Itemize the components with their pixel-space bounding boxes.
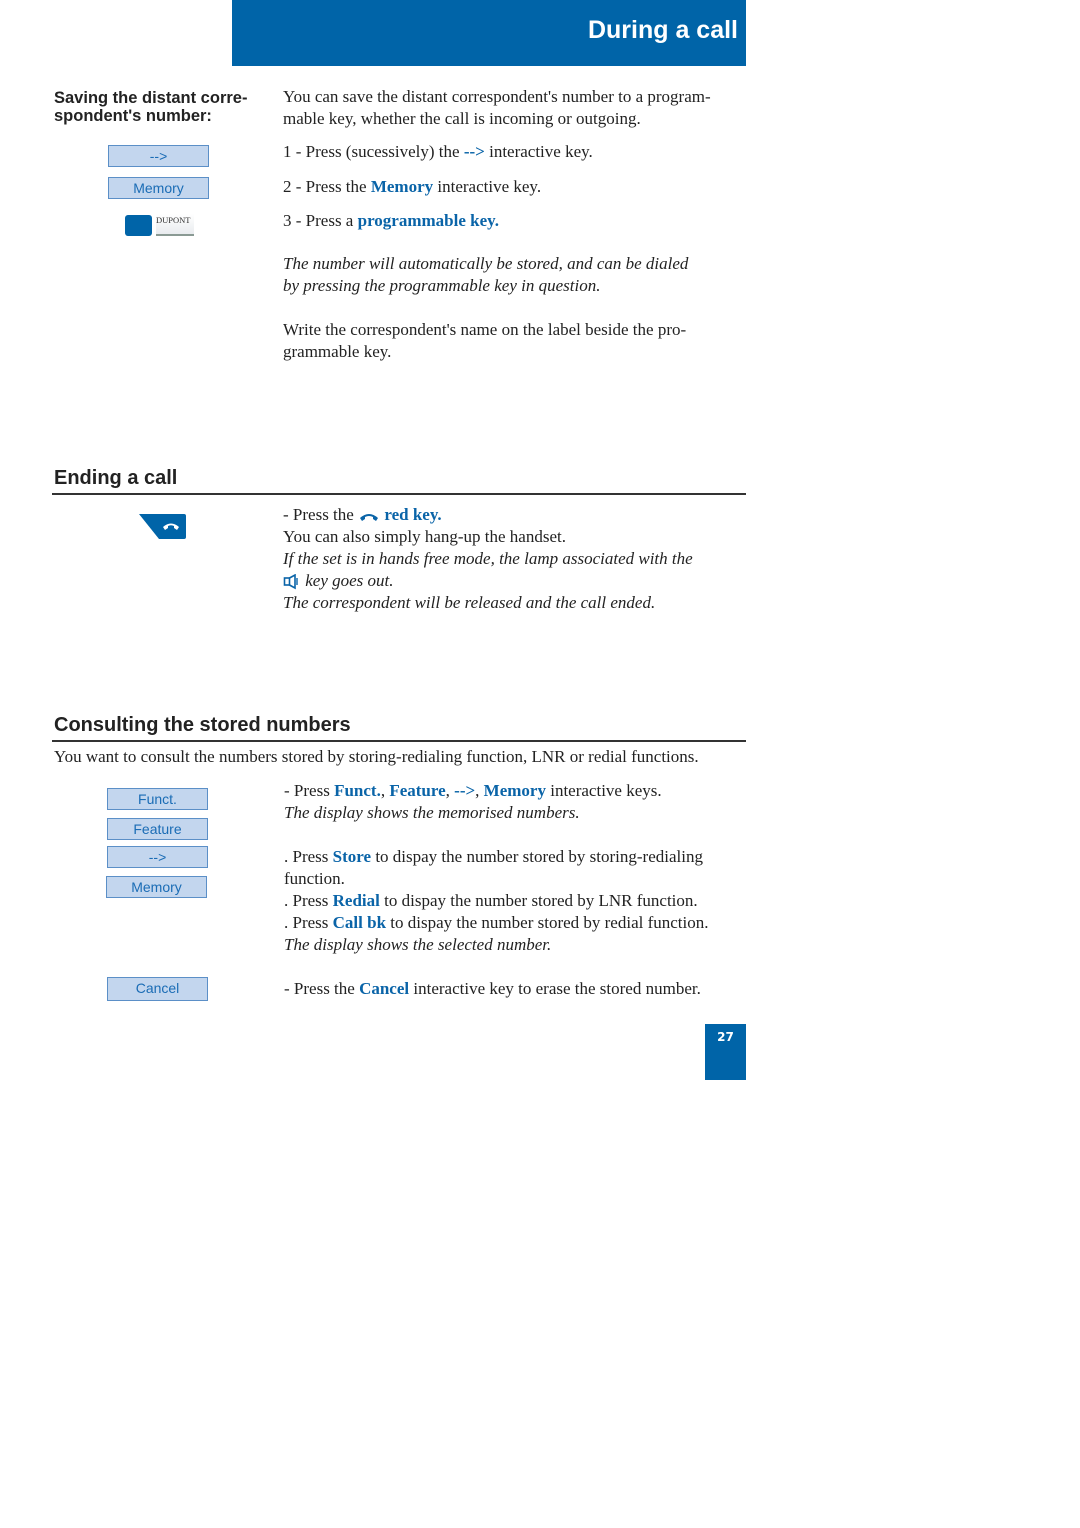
keyword: Store <box>332 847 372 866</box>
keyword: Call bk <box>332 913 387 932</box>
page-number-tab: 27 <box>705 1024 746 1080</box>
text: to dispay the number stored by redial fu… <box>386 913 709 932</box>
programmable-key-icon[interactable] <box>125 215 152 236</box>
page-number: 27 <box>717 1030 734 1044</box>
step-text: interactive key. <box>484 142 593 161</box>
consulting-heading: Consulting the stored numbers <box>54 714 351 736</box>
step-keyword: programmable key. <box>357 211 499 230</box>
saving-step-3: 3 - Press a programmable key. <box>283 210 499 232</box>
text-line: mable key, whether the call is incoming … <box>283 109 641 128</box>
ending-line-4: key goes out. <box>283 570 753 592</box>
text-line: Write the correspondent's name on the la… <box>283 320 687 339</box>
hang-up-icon <box>360 514 379 522</box>
text: . Press <box>284 847 333 866</box>
step-keyword: --> <box>463 142 485 161</box>
ending-line-2: You can also simply hang-up the handset. <box>283 527 566 546</box>
text: , <box>445 781 455 800</box>
consulting-cancel-line: - Press the Cancel interactive key to er… <box>284 978 754 1000</box>
ending-text: - Press the red key. You can also simply… <box>283 504 753 614</box>
keyword: Feature <box>389 781 446 800</box>
section-divider <box>52 493 746 495</box>
text: . Press <box>284 913 333 932</box>
section-divider <box>52 740 746 742</box>
saving-note: The number will automatically be stored,… <box>283 253 688 297</box>
consulting-store-line: . Press Store to dispay the number store… <box>284 846 754 868</box>
keyword: Funct. <box>334 781 381 800</box>
text: - Press <box>284 781 335 800</box>
chapter-header-band: During a call <box>232 0 746 66</box>
text: to dispay the number stored by storing-r… <box>371 847 703 866</box>
consulting-display-selected: The display shows the selected number. <box>284 935 552 954</box>
text: interactive keys. <box>545 781 662 800</box>
saving-side-heading: Saving the distant corre- spondent's num… <box>54 89 269 125</box>
keyword: --> <box>454 781 476 800</box>
softkey-cancel[interactable]: Cancel <box>107 977 208 1001</box>
step-text: 1 - Press (sucessively) the <box>283 142 464 161</box>
step-text: 2 - Press the <box>283 177 371 196</box>
text: . Press <box>284 891 333 910</box>
text-line: by pressing the programmable key in ques… <box>283 276 601 295</box>
ending-line-1: - Press the red key. <box>283 504 753 526</box>
hang-up-red-key-icon[interactable] <box>137 513 187 540</box>
ending-line-3: If the set is in hands free mode, the la… <box>283 549 693 568</box>
keyword: red key. <box>384 505 442 524</box>
keyword: Memory <box>483 781 546 800</box>
softkey-memory[interactable]: Memory <box>108 177 209 199</box>
consulting-redial-line: . Press Redial to dispay the number stor… <box>284 890 754 912</box>
softkey-arrow[interactable]: --> <box>108 145 209 167</box>
chapter-title: During a call <box>587 16 738 44</box>
text: - Press the <box>284 979 360 998</box>
saving-step-2: 2 - Press the Memory interactive key. <box>283 176 541 198</box>
step-keyword: Memory <box>370 177 434 196</box>
consulting-display-memorised: The display shows the memorised numbers. <box>284 803 580 822</box>
text-line: You can save the distant correspondent's… <box>283 87 711 106</box>
saving-write-note: Write the correspondent's name on the la… <box>283 319 686 363</box>
text: key goes out. <box>301 571 394 590</box>
text: to dispay the number stored by LNR funct… <box>379 891 698 910</box>
keyword: Redial <box>332 891 380 910</box>
consulting-callbk-line: . Press Call bk to dispay the number sto… <box>284 912 754 934</box>
text: - Press the <box>283 505 359 524</box>
side-heading-line: Saving the distant corre- <box>54 89 248 107</box>
consulting-press-line: - Press Funct., Feature, -->, Memory int… <box>284 780 754 802</box>
consulting-intro: You want to consult the numbers stored b… <box>54 747 699 766</box>
softkey-funct[interactable]: Funct. <box>107 788 208 810</box>
text: interactive key to erase the stored numb… <box>409 979 701 998</box>
softkey-arrow[interactable]: --> <box>107 846 208 868</box>
consulting-steps: - Press Funct., Feature, -->, Memory int… <box>284 780 754 1000</box>
side-heading-line: spondent's number: <box>54 107 212 125</box>
saving-step-1: 1 - Press (sucessively) the --> interact… <box>283 141 593 163</box>
softkey-memory[interactable]: Memory <box>106 876 207 898</box>
text-line: grammable key. <box>283 342 392 361</box>
step-text: interactive key. <box>433 177 542 196</box>
loudspeaker-icon <box>283 574 298 590</box>
text-line: The number will automatically be stored,… <box>283 254 689 273</box>
softkey-feature[interactable]: Feature <box>107 818 208 840</box>
text: , <box>475 781 484 800</box>
keyword: Cancel <box>359 979 410 998</box>
step-text: 3 - Press a <box>283 211 358 230</box>
saving-intro: You can save the distant correspondent's… <box>283 86 753 130</box>
consulting-store-line-2: function. <box>284 869 345 888</box>
programmable-key-label: DUPONT <box>156 214 194 236</box>
ending-line-5: The correspondent will be released and t… <box>283 593 656 612</box>
ending-heading: Ending a call <box>54 467 178 489</box>
